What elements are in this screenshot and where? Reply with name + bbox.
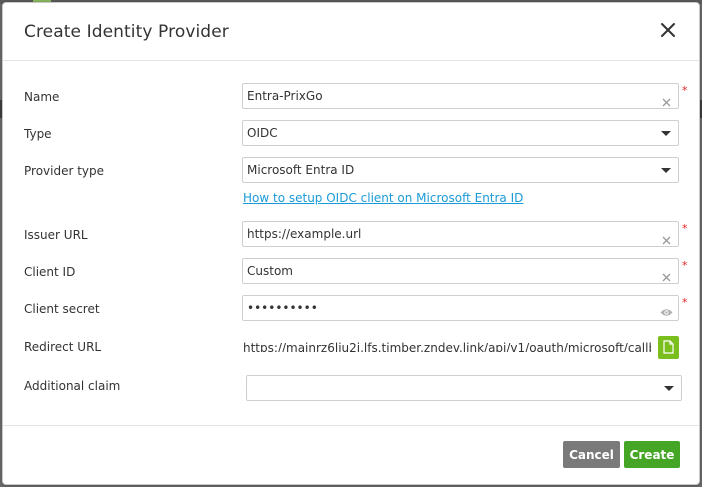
- client-id-label: Client ID: [24, 265, 76, 279]
- chevron-down-icon[interactable]: [661, 131, 671, 136]
- cancel-button[interactable]: Cancel: [563, 441, 620, 468]
- name-input[interactable]: Entra-PrixGo: [242, 83, 679, 109]
- eye-icon[interactable]: [660, 303, 673, 316]
- close-icon[interactable]: [659, 21, 677, 39]
- additional-claim-select[interactable]: [246, 375, 682, 401]
- create-button[interactable]: Create: [624, 441, 680, 468]
- client-secret-value: ••••••••••: [247, 301, 318, 315]
- copy-icon[interactable]: [658, 336, 679, 359]
- oidc-setup-help-link[interactable]: How to setup OIDC client on Microsoft En…: [243, 191, 523, 205]
- name-value: Entra-PrixGo: [247, 89, 323, 103]
- client-id-value: Custom: [247, 264, 293, 278]
- chevron-down-icon[interactable]: [661, 168, 671, 173]
- provider-type-value: Microsoft Entra ID: [247, 163, 355, 177]
- client-secret-input[interactable]: ••••••••••: [242, 295, 679, 321]
- clear-icon[interactable]: [662, 230, 671, 245]
- required-mark: *: [682, 259, 688, 272]
- provider-type-select[interactable]: Microsoft Entra ID: [242, 157, 679, 183]
- redirect-url-label: Redirect URL: [24, 340, 102, 354]
- name-label: Name: [24, 90, 60, 104]
- required-mark: *: [682, 222, 688, 235]
- client-secret-label: Client secret: [24, 302, 100, 316]
- dialog-body: Name Entra-PrixGo * Type OIDC Provider t…: [3, 62, 699, 427]
- type-label: Type: [24, 127, 52, 141]
- required-mark: *: [682, 84, 688, 97]
- clear-icon[interactable]: [662, 92, 671, 107]
- dialog-title: Create Identity Provider: [24, 22, 229, 42]
- additional-claim-label: Additional claim: [24, 379, 121, 393]
- type-value: OIDC: [247, 126, 278, 140]
- provider-type-label: Provider type: [24, 164, 105, 178]
- clear-icon[interactable]: [662, 267, 671, 282]
- issuer-url-input[interactable]: https://example.url: [242, 221, 679, 247]
- required-mark: *: [682, 296, 688, 309]
- dialog-header: Create Identity Provider: [3, 3, 699, 61]
- type-select[interactable]: OIDC: [242, 120, 679, 146]
- issuer-url-value: https://example.url: [247, 227, 362, 241]
- issuer-url-label: Issuer URL: [24, 228, 88, 242]
- dialog-footer: Cancel Create: [3, 425, 699, 484]
- create-identity-provider-dialog: Create Identity Provider Name Entra-Prix…: [2, 2, 700, 485]
- client-id-input[interactable]: Custom: [242, 258, 679, 284]
- redirect-url-value: https://mainrz6liu2i.lfs.timber.zndev.li…: [243, 341, 651, 352]
- chevron-down-icon[interactable]: [664, 386, 674, 391]
